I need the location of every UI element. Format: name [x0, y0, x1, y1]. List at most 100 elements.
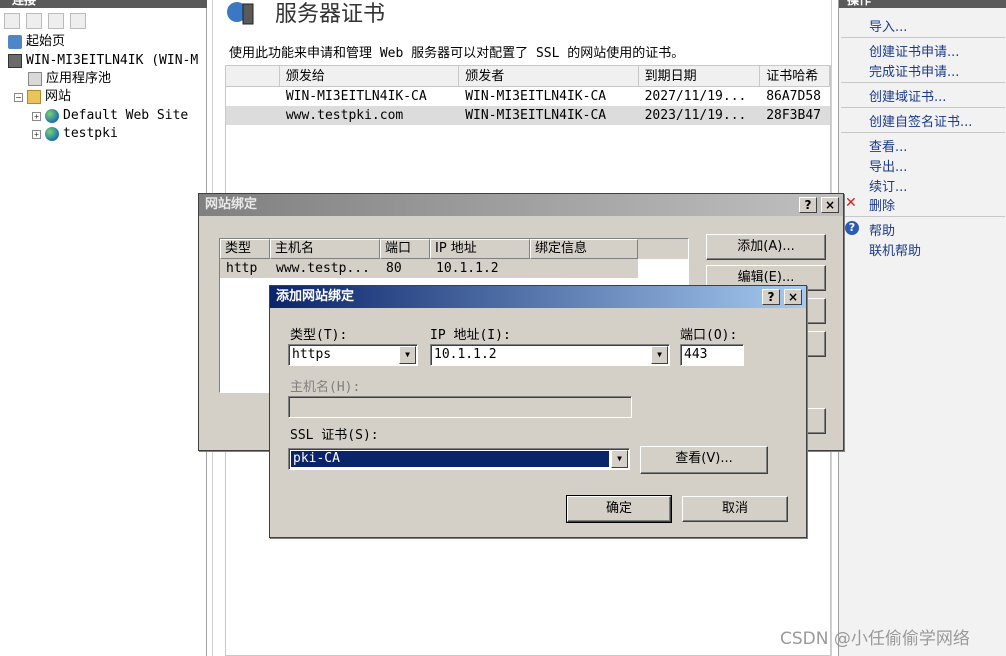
add-site-binding-title: 添加网站绑定 — [270, 286, 806, 308]
watermark: CSDN @小任偷偷学网络 — [780, 629, 970, 649]
ok-button[interactable]: 确定 — [566, 495, 672, 523]
ip-address-label: IP 地址(I): — [430, 328, 511, 343]
website-globe-icon — [45, 109, 59, 123]
close-button[interactable]: × — [821, 197, 839, 213]
ssl-certificate-label: SSL 证书(S): — [290, 428, 379, 443]
ip-address-value: 10.1.1.2 — [434, 347, 497, 362]
add-binding-button[interactable]: 添加(A)... — [706, 234, 826, 260]
cancel-button[interactable]: 取消 — [682, 496, 788, 522]
cell-issued-to: www.testpki.com — [285, 108, 404, 123]
action-view[interactable]: 查看... — [869, 136, 907, 155]
type-label: 类型(T): — [290, 328, 348, 343]
collapse-icon[interactable]: − — [14, 92, 23, 102]
close-button[interactable]: × — [784, 289, 802, 305]
help-button[interactable]: ? — [762, 289, 780, 305]
action-create-cert-request[interactable]: 创建证书申请... — [869, 41, 959, 60]
tree-item-label: testpki — [63, 126, 118, 141]
host-name-field[interactable] — [288, 396, 632, 418]
cell-issued-by: WIN-MI3EITLN4IK-CA — [465, 89, 607, 104]
cell-expiry: 2023/11/19... — [644, 108, 747, 123]
col-header-type[interactable]: 类型 — [220, 239, 270, 259]
tree-item-label: Default Web Site — [63, 108, 189, 123]
col-header-hash[interactable]: 证书哈希 — [760, 66, 830, 86]
sites-folder-icon — [27, 90, 41, 104]
table-row[interactable]: www.testpki.com WIN-MI3EITLN4IK-CA 2023/… — [226, 106, 830, 125]
port-label: 端口(O): — [680, 328, 738, 343]
col-header-binding-info[interactable]: 绑定信息 — [530, 239, 638, 259]
start-page-icon — [8, 35, 22, 49]
website-globe-icon — [45, 127, 59, 141]
connections-toolbar — [4, 11, 86, 31]
disconnect-icon[interactable] — [70, 13, 86, 29]
col-header-ip[interactable]: IP 地址 — [430, 239, 530, 259]
page-title: 服务器证书 — [275, 2, 386, 27]
cell-issued-to: WIN-MI3EITLN4IK-CA — [285, 89, 427, 104]
tree-item-sites[interactable]: − 网站 — [14, 88, 71, 106]
cell-port: 80 — [386, 261, 402, 276]
chevron-down-icon[interactable]: ▼ — [651, 346, 668, 364]
tree-item-label: 网站 — [45, 89, 72, 104]
tree-item-label: 应用程序池 — [46, 71, 112, 86]
cell-binding-info — [530, 259, 638, 278]
action-renew[interactable]: 续订... — [869, 176, 907, 195]
divider — [841, 216, 1005, 217]
save-icon[interactable] — [26, 13, 42, 29]
site-bindings-title: 网站绑定 — [199, 194, 843, 216]
delete-icon: ✕ — [845, 195, 857, 211]
col-header-host[interactable]: 主机名 — [270, 239, 380, 259]
server-certificates-icon — [225, 0, 257, 26]
server-icon — [8, 54, 22, 68]
divider — [841, 107, 1005, 108]
grid-header: 颁发给 颁发者 到期日期 证书哈希 — [226, 66, 830, 87]
ip-address-select[interactable]: 10.1.1.2 ▼ — [430, 344, 670, 366]
app-pools-icon — [28, 72, 42, 86]
action-create-domain-cert[interactable]: 创建域证书... — [869, 86, 946, 105]
action-online-help[interactable]: 联机帮助 — [869, 240, 921, 259]
expand-icon[interactable]: + — [32, 111, 41, 121]
col-header-issued-to[interactable]: 颁发给 — [280, 66, 460, 86]
action-delete[interactable]: 删除 — [869, 195, 895, 214]
cell-host: www.testp... — [276, 261, 370, 276]
tree-item-label: WIN-MI3EITLN4IK (WIN-M — [26, 53, 199, 68]
connections-header: 连接 — [0, 0, 207, 8]
col-header-issued-by[interactable]: 颁发者 — [459, 66, 639, 86]
ssl-certificate-select[interactable]: pki-CA ▼ — [288, 448, 630, 470]
tree-item-server[interactable]: WIN-MI3EITLN4IK (WIN-M — [8, 52, 198, 70]
chevron-down-icon[interactable]: ▼ — [611, 450, 628, 468]
table-row[interactable]: WIN-MI3EITLN4IK-CA WIN-MI3EITLN4IK-CA 20… — [226, 87, 830, 106]
connect-icon[interactable] — [4, 13, 20, 29]
col-header-expiry[interactable]: 到期日期 — [639, 66, 761, 86]
cell-issued-by: WIN-MI3EITLN4IK-CA — [465, 108, 607, 123]
col-header-port[interactable]: 端口 — [380, 239, 430, 259]
view-certificate-button[interactable]: 查看(V)... — [640, 446, 768, 474]
action-import[interactable]: 导入... — [869, 16, 907, 35]
action-complete-cert-request[interactable]: 完成证书申请... — [869, 61, 959, 80]
table-row[interactable]: http www.testp... 80 10.1.1.2 — [220, 259, 638, 278]
action-create-self-signed-cert[interactable]: 创建自签名证书... — [869, 111, 972, 130]
cell-ip: 10.1.1.2 — [436, 261, 499, 276]
action-export[interactable]: 导出... — [869, 156, 907, 175]
type-select[interactable]: https ▼ — [288, 344, 418, 366]
host-name-label: 主机名(H): — [290, 380, 361, 395]
up-level-icon[interactable] — [48, 13, 64, 29]
chevron-down-icon[interactable]: ▼ — [399, 346, 416, 364]
add-site-binding-dialog: 添加网站绑定 ? × 类型(T): https ▼ IP 地址(I): 10.1… — [269, 285, 807, 538]
ssl-certificate-value: pki-CA — [291, 451, 609, 467]
tree-item-testpki[interactable]: + testpki — [32, 125, 118, 143]
port-field[interactable]: 443 — [680, 344, 744, 366]
type-select-value: https — [292, 347, 332, 362]
expand-icon[interactable]: + — [32, 129, 41, 139]
grid-header-spacer — [226, 66, 280, 86]
divider — [841, 82, 1005, 83]
connections-pane: 连接 起始页 WIN-MI3EITLN4IK (WIN-M 应用程序池 − 网站… — [0, 0, 207, 656]
action-help[interactable]: 帮助 — [869, 220, 895, 239]
help-button[interactable]: ? — [799, 197, 817, 213]
tree-item-app-pools[interactable]: 应用程序池 — [28, 70, 111, 88]
cell-type: http — [226, 261, 258, 276]
cell-hash: 86A7D58 — [766, 89, 821, 104]
bindings-list-header: 类型 主机名 端口 IP 地址 绑定信息 — [220, 239, 688, 259]
tree-item-default-web-site[interactable]: + Default Web Site — [32, 107, 188, 125]
actions-pane: 操作 导入... 创建证书申请... 完成证书申请... 创建域证书... 创建… — [838, 0, 1006, 656]
tree-item-start-page[interactable]: 起始页 — [8, 33, 65, 51]
page-description: 使用此功能来申请和管理 Web 服务器可以对配置了 SSL 的网站使用的证书。 — [229, 46, 685, 61]
